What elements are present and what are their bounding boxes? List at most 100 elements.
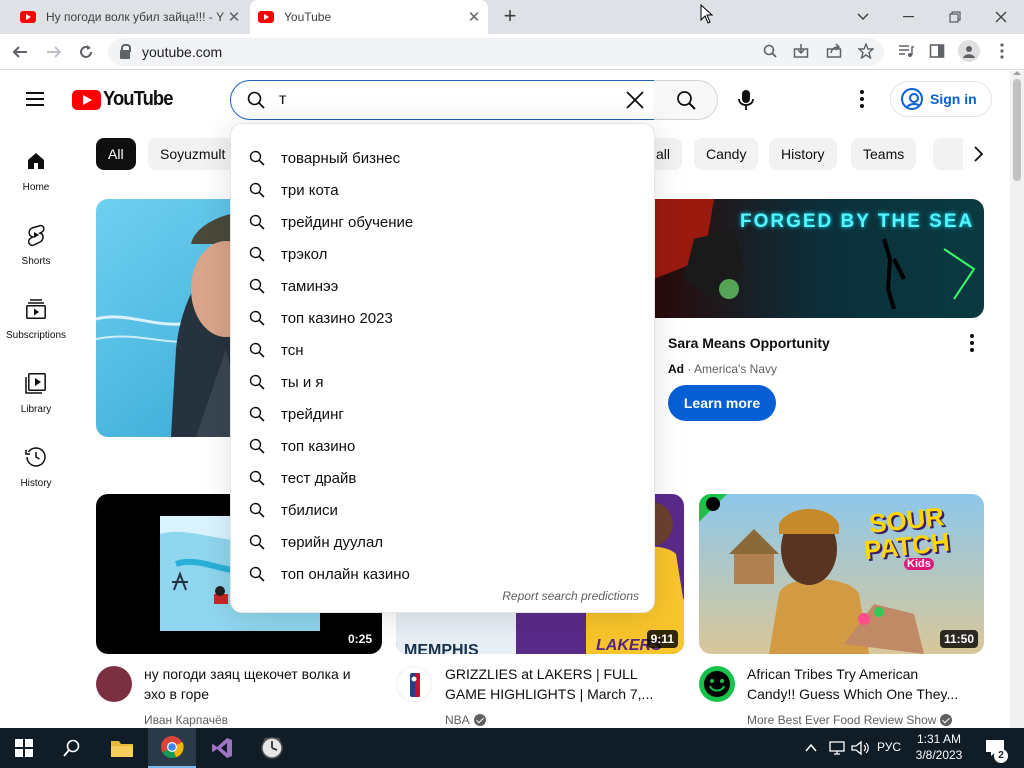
- channel-name[interactable]: Иван Карпачёв: [144, 713, 228, 727]
- lock-icon[interactable]: [120, 43, 131, 59]
- video-thumbnail[interactable]: SOUR PATCH Kids 11:50: [699, 494, 984, 654]
- search-suggestion-item[interactable]: тсн: [231, 334, 656, 366]
- reload-icon[interactable]: [74, 40, 98, 64]
- search-suggestion-item[interactable]: трэкол: [231, 238, 656, 270]
- profile-avatar-icon[interactable]: [958, 40, 980, 62]
- chip-all[interactable]: All: [96, 138, 136, 170]
- close-tab-icon[interactable]: ✕: [466, 8, 482, 26]
- search-suggestion-item[interactable]: трейдинг обучение: [231, 206, 656, 238]
- windows-start-icon[interactable]: [0, 728, 48, 768]
- share-icon[interactable]: [825, 42, 843, 60]
- page-scrollbar[interactable]: [1010, 71, 1024, 728]
- notifications-icon[interactable]: 2: [978, 728, 1012, 768]
- show-hidden-icons-chevron-up-icon[interactable]: [805, 743, 817, 753]
- zoom-search-icon[interactable]: [761, 42, 779, 60]
- media-control-icon[interactable]: [897, 42, 915, 60]
- youtube-page: YouTube т Sign in Home Shorts Subscripti…: [0, 71, 1010, 728]
- scroll-up-arrow-icon[interactable]: [1013, 70, 1021, 76]
- channel-name[interactable]: NBA: [445, 713, 486, 727]
- chip-history[interactable]: History: [769, 138, 837, 170]
- chip-soyuzmult[interactable]: Soyuzmult: [148, 138, 238, 170]
- ad-title[interactable]: Sara Means Opportunity: [668, 333, 830, 353]
- search-suggestion-item[interactable]: тбилиси: [231, 494, 656, 526]
- channel-avatar[interactable]: [96, 666, 132, 702]
- sidebar-item-library[interactable]: Library: [0, 371, 72, 415]
- search-suggestion-text: төрийн дуулал: [281, 533, 384, 551]
- search-suggestion-item[interactable]: топ казино 2023: [231, 302, 656, 334]
- search-suggestion-item[interactable]: төрийн дуулал: [231, 526, 656, 558]
- ad-separator: ·: [687, 362, 695, 376]
- system-clock[interactable]: 1:31 AM 3/8/2023: [910, 731, 968, 763]
- sidebar-item-label: Home: [22, 182, 50, 193]
- search-icon: [247, 91, 265, 109]
- search-icon: [249, 214, 265, 230]
- search-suggestion-item[interactable]: товарный бизнес: [231, 142, 656, 174]
- channel-name[interactable]: More Best Ever Food Review Show: [747, 713, 953, 727]
- sidebar-item-subscriptions[interactable]: Subscriptions: [0, 297, 72, 341]
- video-title-line: GRIZZLIES at LAKERS | FULL: [445, 666, 638, 682]
- ad-thumbnail[interactable]: FORGED BY THE SEA: [654, 199, 984, 318]
- search-suggestion-item[interactable]: топ казино: [231, 430, 656, 462]
- bookmark-star-icon[interactable]: [857, 42, 875, 60]
- restore-button[interactable]: [932, 0, 978, 34]
- sign-in-button[interactable]: Sign in: [890, 81, 992, 117]
- forward-arrow-icon[interactable]: [42, 40, 66, 64]
- learn-more-button[interactable]: Learn more: [668, 385, 776, 421]
- clear-search-icon[interactable]: [622, 87, 648, 113]
- voice-search-button[interactable]: [726, 80, 766, 120]
- more-actions-icon[interactable]: [964, 333, 980, 353]
- chip-teams[interactable]: Teams: [851, 138, 917, 170]
- ad-badge: Ad: [668, 362, 684, 376]
- chrome-taskbar-icon[interactable]: [148, 728, 196, 768]
- browser-tab-youtube[interactable]: YouTube ✕: [250, 0, 488, 34]
- search-suggestion-item[interactable]: тест драйв: [231, 462, 656, 494]
- search-suggestion-item[interactable]: ты и я: [231, 366, 656, 398]
- chip-partial[interactable]: [933, 138, 963, 170]
- youtube-logo[interactable]: YouTube: [72, 88, 179, 111]
- close-window-button[interactable]: [978, 0, 1024, 34]
- install-app-icon[interactable]: [792, 42, 810, 60]
- side-panel-icon[interactable]: [928, 42, 946, 60]
- settings-more-icon[interactable]: [848, 85, 876, 113]
- search-suggestion-text: трэкол: [281, 245, 328, 263]
- new-tab-button[interactable]: +: [498, 5, 522, 29]
- volume-icon[interactable]: [851, 740, 869, 756]
- subscriptions-icon: [26, 299, 46, 319]
- search-suggestion-item[interactable]: трейдинг: [231, 398, 656, 430]
- sidebar-item-history[interactable]: History: [0, 445, 72, 489]
- sign-in-label: Sign in: [930, 91, 977, 107]
- search-suggestion-item[interactable]: топ онлайн казино: [231, 558, 656, 590]
- tab-search-chevron-down-icon[interactable]: [840, 0, 886, 34]
- channel-avatar[interactable]: [396, 666, 432, 702]
- sidebar-item-home[interactable]: Home: [0, 149, 72, 193]
- search-button[interactable]: [654, 80, 718, 120]
- chip-candy[interactable]: Candy: [694, 138, 759, 170]
- input-language-indicator[interactable]: РУС: [877, 740, 901, 754]
- video-title[interactable]: ну погоди заяц щекочет волка и эхо в гор…: [144, 664, 351, 704]
- chevron-right-icon[interactable]: [966, 142, 990, 166]
- minimize-button[interactable]: [886, 0, 932, 34]
- search-suggestion-item[interactable]: три кота: [231, 174, 656, 206]
- sidebar-item-label: Library: [20, 404, 52, 415]
- video-title[interactable]: GRIZZLIES at LAKERS | FULL GAME HIGHLIGH…: [445, 664, 653, 704]
- search-icon[interactable]: [48, 728, 96, 768]
- browser-tab-nu-pogodi[interactable]: Ну погоди волк убил зайца!!! - Y ✕: [12, 0, 248, 34]
- search-input[interactable]: т: [230, 80, 655, 120]
- sidebar-item-shorts[interactable]: Shorts: [0, 223, 72, 267]
- app-clock-icon[interactable]: [248, 728, 296, 768]
- back-arrow-icon[interactable]: [8, 40, 32, 64]
- video-title[interactable]: African Tribes Try American Candy!! Gues…: [747, 664, 958, 704]
- youtube-favicon-icon: [258, 11, 274, 23]
- chrome-menu-icon[interactable]: [993, 42, 1011, 60]
- notification-count-badge: 2: [994, 749, 1008, 763]
- report-search-predictions-link[interactable]: Report search predictions: [502, 589, 639, 603]
- scrollbar-thumb[interactable]: [1013, 79, 1021, 181]
- channel-avatar[interactable]: [699, 666, 735, 702]
- close-tab-icon[interactable]: ✕: [226, 8, 242, 26]
- search-suggestion-item[interactable]: таминээ: [231, 270, 656, 302]
- network-icon[interactable]: [828, 740, 846, 756]
- browser-toolbar: youtube.com: [0, 34, 1024, 70]
- hamburger-menu-icon[interactable]: [22, 87, 50, 111]
- file-explorer-icon[interactable]: [98, 728, 146, 768]
- visual-studio-icon[interactable]: [198, 728, 246, 768]
